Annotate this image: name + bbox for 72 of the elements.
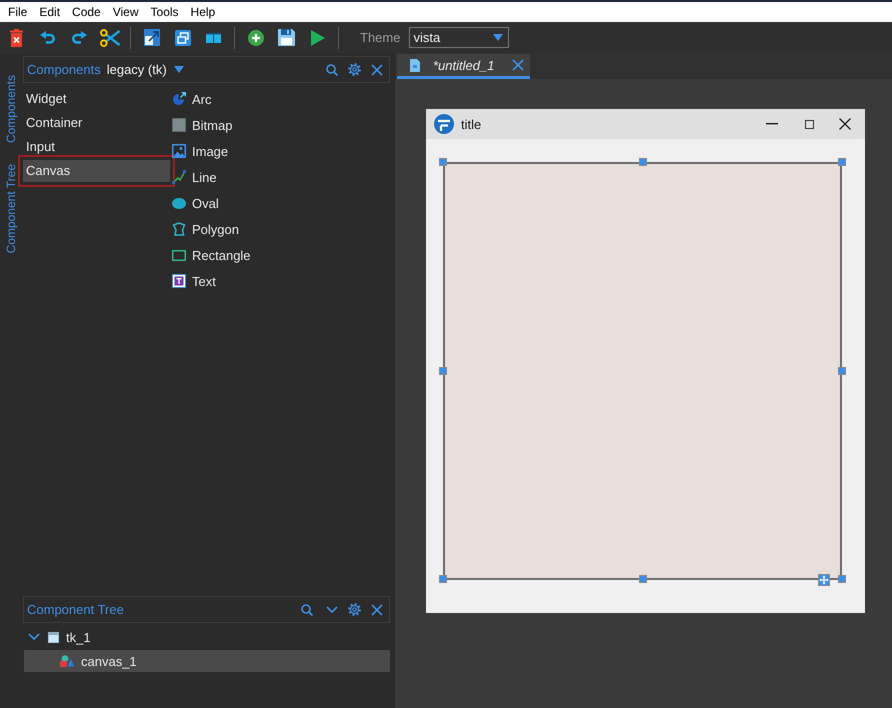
theme-dropdown[interactable]: vista — [409, 27, 510, 48]
windows-icon[interactable] — [174, 30, 190, 46]
resize-square-icon[interactable] — [144, 29, 160, 46]
resize-handle[interactable] — [638, 158, 646, 166]
image-icon — [172, 144, 186, 158]
logo-icon — [433, 114, 455, 134]
resize-handle[interactable] — [439, 158, 447, 166]
line-icon — [172, 170, 186, 184]
resize-handle[interactable] — [838, 575, 846, 583]
chevron-down-icon[interactable] — [326, 606, 338, 614]
canvas-widget[interactable] — [443, 162, 842, 580]
text-icon — [172, 274, 186, 288]
search-icon[interactable] — [301, 604, 313, 616]
settings-icon[interactable] — [348, 63, 361, 76]
menu-item[interactable]: Code — [66, 2, 107, 22]
close-icon[interactable] — [839, 118, 851, 130]
category-item[interactable]: Widget — [23, 88, 170, 110]
shapes-icon — [60, 655, 74, 667]
scissors-icon[interactable] — [100, 28, 120, 46]
window-title: title — [461, 116, 482, 132]
tree-item[interactable]: tk_1 — [24, 626, 390, 648]
resize-handle[interactable] — [439, 367, 447, 375]
resize-handle[interactable] — [439, 575, 447, 583]
library-dropdown[interactable]: legacy (tk) — [106, 62, 184, 77]
square-icon — [172, 118, 186, 132]
theme-label: Theme — [360, 30, 400, 45]
resize-handle[interactable] — [838, 367, 846, 375]
category-item[interactable]: Container — [23, 112, 170, 134]
document-icon — [410, 58, 420, 72]
menu-item[interactable]: Tools — [144, 2, 185, 22]
component-item[interactable]: Image — [172, 138, 251, 164]
window-icon — [48, 632, 59, 642]
redo-icon[interactable] — [70, 30, 86, 44]
delete-icon[interactable] — [10, 28, 23, 46]
pie-icon — [172, 92, 186, 106]
panel-title: Components — [27, 62, 101, 77]
component-item[interactable]: Oval — [172, 190, 251, 216]
resize-handle[interactable] — [838, 158, 846, 166]
polygon-icon — [172, 222, 186, 236]
component-item[interactable]: Bitmap — [172, 112, 251, 138]
tree-item[interactable]: canvas_1 — [24, 650, 390, 672]
side-tab[interactable]: Component Tree — [4, 164, 18, 254]
menu-item[interactable]: View — [106, 2, 145, 22]
minimize-icon[interactable] — [766, 123, 778, 125]
oval-icon — [172, 198, 186, 208]
category-item[interactable]: Input — [23, 136, 170, 158]
panel-icon[interactable] — [206, 32, 221, 42]
component-item[interactable]: Text — [172, 268, 251, 294]
caret-icon — [174, 66, 184, 73]
menu-item[interactable]: Help — [184, 2, 222, 22]
panel-title: Component Tree — [27, 602, 124, 617]
menu-item[interactable]: File — [2, 2, 34, 22]
settings-icon[interactable] — [348, 603, 361, 616]
move-handle-icon[interactable] — [818, 574, 830, 586]
add-icon[interactable] — [248, 30, 264, 46]
search-icon[interactable] — [326, 64, 338, 76]
component-item[interactable]: Rectangle — [172, 242, 251, 268]
play-icon[interactable] — [310, 30, 324, 46]
save-icon[interactable] — [278, 29, 295, 46]
side-tab[interactable]: Components — [4, 75, 18, 144]
maximize-icon[interactable] — [805, 120, 814, 128]
editor-tab[interactable]: *untitled_1 — [397, 54, 530, 79]
caret-icon — [493, 34, 504, 41]
chevron-down-icon[interactable] — [28, 633, 40, 641]
component-item[interactable]: Polygon — [172, 216, 251, 242]
menu-item[interactable]: Edit — [33, 2, 66, 22]
rectangle-icon — [172, 250, 186, 260]
undo-icon[interactable] — [40, 30, 56, 44]
resize-handle[interactable] — [638, 575, 646, 583]
category-item[interactable]: Canvas — [23, 160, 170, 182]
component-item[interactable]: Line — [172, 164, 251, 190]
component-item[interactable]: Arc — [172, 86, 251, 112]
